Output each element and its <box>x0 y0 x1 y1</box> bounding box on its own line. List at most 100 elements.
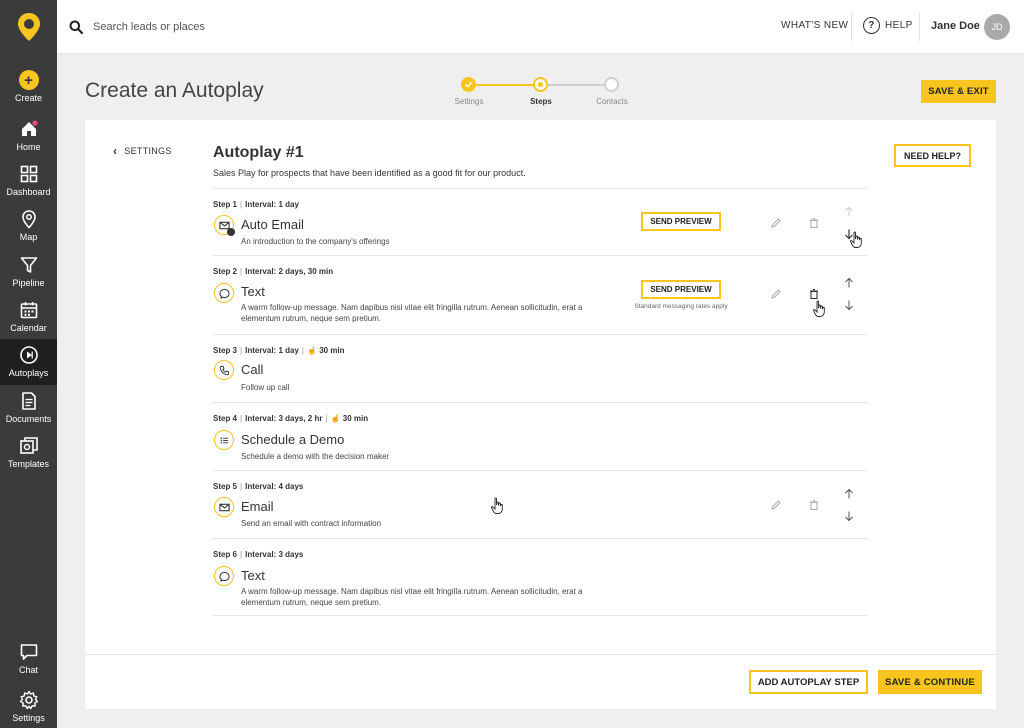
step-meta: Step 1 | Interval: 1 day <box>213 200 299 209</box>
hand-duration-icon: ☝ <box>306 346 317 355</box>
back-to-settings-link[interactable]: ‹ SETTINGS <box>113 144 172 158</box>
step-interval: Interval: 2 days, 30 min <box>245 267 334 276</box>
step-row: Step 6 | Interval: 3 days Text A warm foll… <box>213 538 867 616</box>
autoplay-title: Autoplay #1 <box>213 144 304 161</box>
step-meta: Step 3 | Interval: 1 day | ☝ 30 min <box>213 346 345 355</box>
step-name: Schedule a Demo <box>241 432 345 447</box>
envelope-icon <box>214 497 234 517</box>
help-link[interactable]: ? HELP <box>863 17 913 34</box>
sidebar-item-label: Create <box>14 93 42 103</box>
step-row: Step 2 | Interval: 2 days, 30 min Text A w… <box>213 255 867 334</box>
sidebar-item-calendar[interactable]: Calendar <box>0 294 57 340</box>
step-duration: 30 min <box>319 346 345 355</box>
stepper-check-icon[interactable] <box>461 77 476 92</box>
sidebar-item-label: Pipeline <box>12 278 45 288</box>
hand-cursor-icon <box>491 497 503 514</box>
messaging-rates-note: Standard messaging rates apply <box>634 303 728 310</box>
stepper-label-contacts: Contacts <box>596 97 628 106</box>
sidebar-item-home[interactable]: Home <box>0 113 57 159</box>
play-circle-icon <box>19 346 38 364</box>
send-preview-button[interactable]: SEND PREVIEW <box>641 212 721 231</box>
sidebar-item-chat[interactable]: Chat <box>0 636 57 682</box>
step-meta: Step 2 | Interval: 2 days, 30 min <box>213 267 334 276</box>
pencil-icon[interactable] <box>769 498 783 512</box>
hand-cursor-icon <box>850 231 862 248</box>
stepper-current-dot[interactable] <box>533 77 548 92</box>
pencil-icon[interactable] <box>769 216 783 230</box>
trash-icon[interactable] <box>807 498 821 512</box>
sidebar-item-label: Settings <box>12 713 45 723</box>
step-row: Step 3 | Interval: 1 day | ☝ 30 min Call Fol… <box>213 334 867 402</box>
sidebar-item-label: Documents <box>5 414 52 424</box>
step-name: Text <box>241 284 265 299</box>
sidebar: + Create Home Dashboard Map Pipeline Cal… <box>0 0 57 728</box>
step-meta: Step 5 | Interval: 4 days <box>213 482 304 491</box>
send-preview-button[interactable]: SEND PREVIEW <box>641 280 721 299</box>
arrow-down-icon[interactable] <box>842 298 856 312</box>
step-description: Follow up call <box>241 383 290 392</box>
calendar-icon <box>20 302 37 319</box>
user-name[interactable]: Jane Doe <box>931 20 980 32</box>
step-description: An introduction to the company's offerin… <box>241 237 390 246</box>
plus-icon: + <box>18 70 39 90</box>
list-icon <box>214 430 234 450</box>
sidebar-item-create[interactable]: + Create <box>0 64 57 110</box>
step-interval: Interval: 1 day <box>245 200 299 209</box>
sidebar-item-dashboard[interactable]: Dashboard <box>0 158 57 204</box>
step-row: Step 5 | Interval: 4 days Email Send an em… <box>213 470 867 538</box>
sidebar-item-pipeline[interactable]: Pipeline <box>0 249 57 295</box>
chat-icon <box>20 644 37 660</box>
arrow-up-icon[interactable] <box>842 487 856 501</box>
step-description: A warm follow-up message. Nam dapibus ni… <box>241 587 583 607</box>
dashboard-icon <box>20 165 37 183</box>
page-title: Create an Autoplay <box>85 79 264 102</box>
step-name: Call <box>241 362 264 377</box>
arrow-up-icon <box>842 205 856 219</box>
arrow-down-icon[interactable] <box>842 509 856 523</box>
chevron-left-icon: ‹ <box>113 144 118 158</box>
hand-duration-icon: ☝ <box>330 414 341 423</box>
app-logo[interactable] <box>0 0 57 54</box>
step-interval: Interval: 4 days <box>245 482 304 491</box>
trash-icon[interactable] <box>807 287 821 301</box>
stepper-connector <box>548 84 611 86</box>
sidebar-item-label: Dashboard <box>6 187 51 197</box>
whats-new-link[interactable]: WHAT'S NEW <box>781 20 848 31</box>
step-number: Step 6 <box>213 550 238 559</box>
back-label: SETTINGS <box>124 146 172 156</box>
step-description: A warm follow-up message. Nam dapibus ni… <box>241 303 583 323</box>
step-interval: Interval: 3 days <box>245 550 304 559</box>
progress-stepper: Settings Steps Contacts <box>445 76 645 108</box>
step-description: Schedule a demo with the decision maker <box>241 452 390 461</box>
add-autoplay-step-button[interactable]: ADD AUTOPLAY STEP <box>749 670 868 694</box>
home-icon <box>21 120 38 136</box>
sidebar-item-label: Chat <box>18 665 38 675</box>
sidebar-item-label: Autoplays <box>8 368 49 378</box>
sidebar-item-map[interactable]: Map <box>0 203 57 249</box>
trash-icon[interactable] <box>807 216 821 230</box>
pencil-icon[interactable] <box>769 287 783 301</box>
divider <box>919 13 920 41</box>
save-continue-button[interactable]: SAVE & CONTINUE <box>878 670 982 694</box>
need-help-button[interactable]: NEED HELP? <box>894 144 971 167</box>
stepper-label-steps: Steps <box>530 97 552 106</box>
save-exit-button[interactable]: SAVE & EXIT <box>921 80 996 103</box>
step-number: Step 5 <box>213 482 238 491</box>
funnel-icon <box>20 257 37 273</box>
avatar[interactable]: JD <box>984 14 1010 40</box>
sidebar-item-templates[interactable]: Templates <box>0 430 57 476</box>
arrow-up-icon[interactable] <box>842 276 856 290</box>
divider <box>85 654 996 655</box>
autoplay-card: ‹ SETTINGS Autoplay #1 Sales Play for pr… <box>85 120 996 709</box>
search-input[interactable] <box>93 16 393 38</box>
chat-bubble-icon <box>214 566 234 586</box>
search-icon <box>69 20 83 34</box>
question-mark-icon: ? <box>863 17 880 34</box>
top-bar: WHAT'S NEW ? HELP Jane Doe JD <box>57 0 1024 54</box>
step-number: Step 1 <box>213 200 238 209</box>
sidebar-item-documents[interactable]: Documents <box>0 385 57 431</box>
step-number: Step 4 <box>213 414 238 423</box>
document-icon <box>21 392 36 410</box>
sidebar-item-settings[interactable]: Settings <box>0 684 57 728</box>
sidebar-item-autoplays[interactable]: Autoplays <box>0 339 57 385</box>
